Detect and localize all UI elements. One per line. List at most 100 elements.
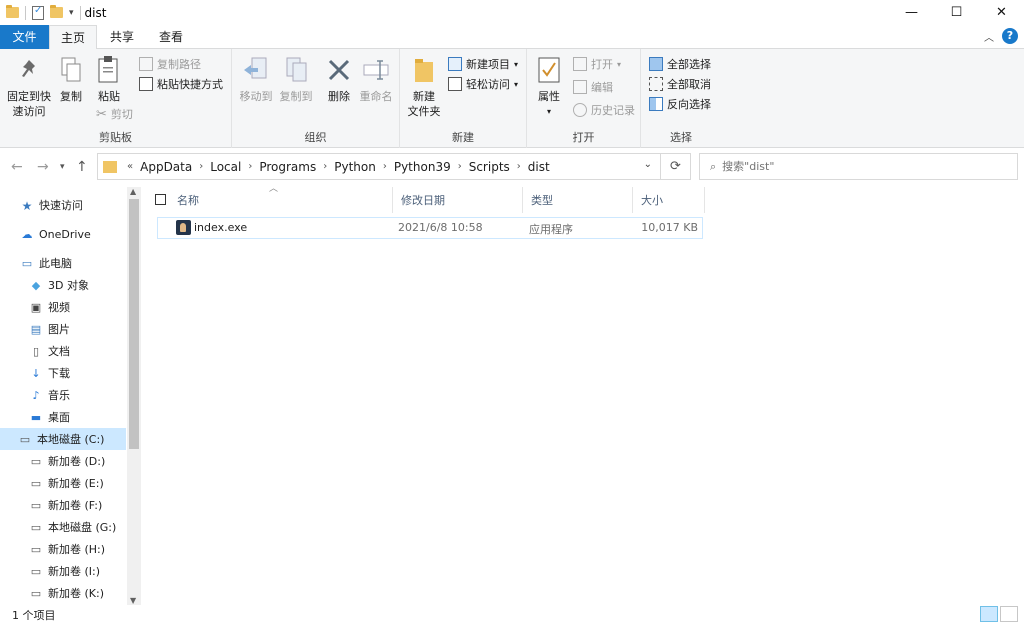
new-folder-button[interactable]: 新建 文件夹 <box>404 54 444 119</box>
select-all-button[interactable]: 全部选择 <box>649 55 711 73</box>
nav-scrollbar[interactable]: ▲ ▼ <box>127 187 141 605</box>
nav-item[interactable]: ▭ 新加卷 (I:) <box>0 560 126 582</box>
column-header-type[interactable]: 类型 <box>523 187 633 213</box>
nav-item[interactable]: ★ 快速访问 <box>0 194 126 216</box>
breadcrumb-item[interactable]: Local <box>207 160 244 174</box>
tab-home[interactable]: 主页 <box>49 25 97 50</box>
nav-item[interactable]: ▭ 新加卷 (H:) <box>0 538 126 560</box>
breadcrumb-item[interactable]: Python39 <box>391 160 454 174</box>
nav-item[interactable]: ▣ 视频 <box>0 296 126 318</box>
tab-file[interactable]: 文件 <box>0 25 49 49</box>
breadcrumb-item[interactable]: Programs <box>256 160 319 174</box>
scroll-down-icon[interactable]: ▼ <box>130 596 136 605</box>
nav-item-label: 音乐 <box>48 389 70 402</box>
invert-selection-icon <box>649 97 663 111</box>
copy-label: 复制 <box>60 90 82 103</box>
open-button[interactable]: 打开 ▾ <box>573 55 621 73</box>
copy-icon <box>55 54 87 86</box>
maximize-button[interactable]: ☐ <box>934 0 979 25</box>
cut-button[interactable]: ✂ 剪切 <box>96 105 133 123</box>
tab-view[interactable]: 查看 <box>147 25 195 49</box>
delete-button[interactable]: 删除 <box>322 54 356 104</box>
chevron-right-icon[interactable]: › <box>454 161 466 172</box>
copy-button[interactable]: 复制 <box>56 54 86 104</box>
large-icons-view-icon[interactable] <box>1000 606 1018 622</box>
scroll-thumb[interactable] <box>129 199 139 449</box>
organize-group: 移动到 复制到 删除 重命名 组织 <box>232 49 400 148</box>
desktop-icon: ▬ <box>30 411 42 424</box>
forward-arrow-icon[interactable]: → <box>37 159 49 175</box>
search-input[interactable] <box>722 160 983 173</box>
breadcrumb-item[interactable]: Scripts <box>466 160 513 174</box>
help-icon[interactable]: ? <box>1002 28 1018 44</box>
edit-icon <box>573 80 587 94</box>
nav-item[interactable]: ▭ 新加卷 (E:) <box>0 472 126 494</box>
nav-item[interactable]: ▭ 新加卷 (D:) <box>0 450 126 472</box>
address-bar[interactable]: « AppData › Local › Programs › Python › Python39… <box>97 153 691 180</box>
close-button[interactable]: ✕ <box>979 0 1024 25</box>
collapse-ribbon-icon[interactable]: ︿ <box>984 29 994 44</box>
chevron-right-icon[interactable]: › <box>195 161 207 172</box>
nav-item[interactable]: ▯ 文档 <box>0 340 126 362</box>
breadcrumb-item[interactable]: AppData <box>137 160 195 174</box>
nav-item[interactable]: ☁ OneDrive <box>0 223 126 245</box>
column-header-modified[interactable]: 修改日期 <box>393 187 523 213</box>
nav-item[interactable]: ▭ 本地磁盘 (G:) <box>0 516 126 538</box>
chevron-right-icon[interactable]: › <box>379 161 391 172</box>
status-bar: 1 个项目 <box>0 605 1024 623</box>
chevron-right-icon[interactable]: › <box>319 161 331 172</box>
file-name: index.exe <box>194 221 248 234</box>
tab-share[interactable]: 共享 <box>97 25 147 49</box>
copy-path-button[interactable]: 复制路径 <box>139 55 201 73</box>
nav-item[interactable]: ▭ 新加卷 (K:) <box>0 582 126 604</box>
application-icon <box>176 220 191 235</box>
scroll-up-icon[interactable]: ▲ <box>130 187 136 196</box>
address-history-icon[interactable]: ⌄ <box>644 159 652 170</box>
nav-item[interactable]: ▭ 此电脑 <box>0 252 126 274</box>
new-folder-icon[interactable] <box>50 5 63 18</box>
up-arrow-icon[interactable]: ↑ <box>76 159 88 175</box>
nav-item[interactable]: ▭ 本地磁盘 (C:) <box>0 428 126 450</box>
paste-shortcut-button[interactable]: 粘贴快捷方式 <box>139 75 223 93</box>
pin-quick-access-button[interactable]: 固定到快 速访问 <box>4 54 54 119</box>
edit-button[interactable]: 编辑 <box>573 78 613 96</box>
easy-access-icon <box>448 77 462 91</box>
chevron-right-icon[interactable]: › <box>513 161 525 172</box>
chevron-down-icon: ▾ <box>514 59 519 69</box>
nav-item[interactable]: ↓ 下载 <box>0 362 126 384</box>
nav-item[interactable]: ▭ 新加卷 (F:) <box>0 494 126 516</box>
refresh-icon[interactable]: ⟳ <box>660 154 690 179</box>
move-to-button[interactable]: 移动到 <box>236 54 276 104</box>
easy-access-button[interactable]: 轻松访问 ▾ <box>448 75 518 93</box>
back-arrow-icon[interactable]: ← <box>11 159 23 175</box>
new-item-label: 新建项目 <box>466 58 510 71</box>
invert-selection-button[interactable]: 反向选择 <box>649 95 711 113</box>
table-row[interactable]: index.exe 2021/6/8 10:58 应用程序 10,017 KB <box>157 217 703 239</box>
column-header-size[interactable]: 大小 <box>633 187 705 213</box>
paste-button[interactable]: 粘贴 <box>92 54 126 104</box>
cut-label: 剪切 <box>110 108 133 121</box>
properties-icon[interactable] <box>32 5 44 20</box>
rename-button[interactable]: 重命名 <box>358 54 394 104</box>
chevron-right-icon[interactable]: › <box>244 161 256 172</box>
history-button[interactable]: 历史记录 <box>573 101 635 119</box>
breadcrumb-item[interactable]: dist <box>525 160 553 174</box>
breadcrumb-item[interactable]: Python <box>331 160 379 174</box>
new-item-button[interactable]: 新建项目 ▾ <box>448 55 518 73</box>
nav-item[interactable]: ♪ 音乐 <box>0 384 126 406</box>
details-view-icon[interactable] <box>980 606 998 622</box>
nav-item[interactable]: ◆ 3D 对象 <box>0 274 126 296</box>
nav-item[interactable]: ▤ 图片 <box>0 318 126 340</box>
overflow-icon[interactable]: « <box>123 161 137 172</box>
search-box[interactable]: ⌕ <box>699 153 1018 180</box>
organize-group-label: 组织 <box>304 131 327 144</box>
copy-to-button[interactable]: 复制到 <box>276 54 316 104</box>
customize-toolbar-icon[interactable]: ▾ <box>69 8 74 18</box>
select-none-button[interactable]: 全部取消 <box>649 75 711 93</box>
column-header-name[interactable]: 名称 <box>169 187 393 213</box>
properties-button[interactable]: 属性 ▾ <box>533 54 565 119</box>
select-all-checkbox[interactable] <box>155 194 166 205</box>
recent-locations-icon[interactable]: ▾ <box>60 162 65 172</box>
minimize-button[interactable]: — <box>889 0 934 25</box>
nav-item[interactable]: ▬ 桌面 <box>0 406 126 428</box>
